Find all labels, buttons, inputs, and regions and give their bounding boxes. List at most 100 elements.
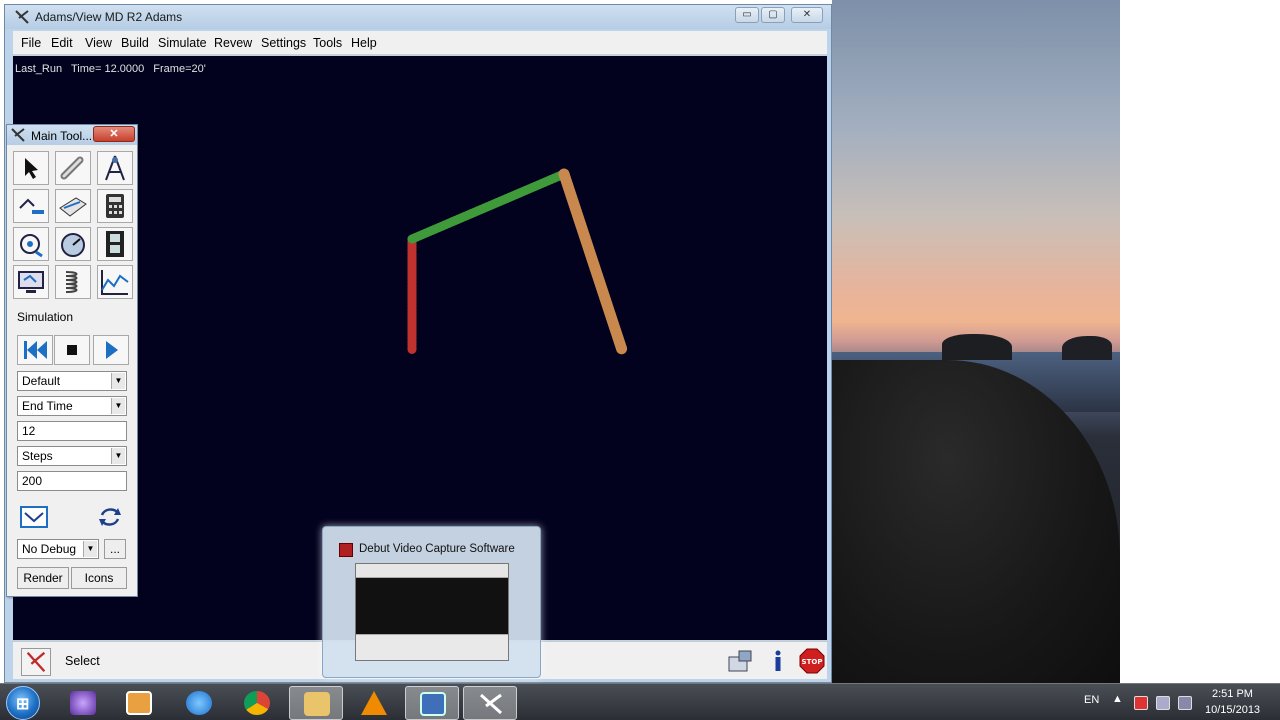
motion-tool[interactable] [13,227,49,261]
marker-icon [19,198,44,214]
steps-value: 200 [22,474,43,488]
stop-icon[interactable]: STOP [797,647,827,675]
end-mode-select[interactable]: End Time ▼ [17,396,127,416]
sim-settings-icon[interactable] [19,503,49,531]
title-bar[interactable]: Adams/View MD R2 Adams ▭ ▢ ✕ [5,5,831,29]
animation-tool[interactable] [97,227,133,261]
taskbar-item-app[interactable] [56,686,110,720]
steps-input[interactable]: 200 [17,471,127,491]
internet-explorer-icon [186,691,212,715]
calculator-tool[interactable] [97,189,133,223]
sim-type-value: Default [22,374,61,388]
refresh-icon[interactable] [95,503,125,531]
info-icon[interactable] [763,647,793,675]
chevron-down-icon[interactable]: ▼ [111,448,125,464]
debug-select[interactable]: No Debug ▼ [17,539,99,559]
display-tool[interactable] [13,265,49,299]
menu-edit[interactable]: Edit [51,36,73,50]
taskbar-item-chrome[interactable] [230,686,284,720]
icons-label: Icons [84,571,114,585]
thumbnail-toolbar [356,564,508,578]
stop-square-icon [67,345,77,355]
toolbox-title-bar[interactable]: Main Tool... ✕ [7,125,137,145]
stop-button[interactable] [54,335,90,365]
debug-value: No Debug [22,542,77,556]
menu-file[interactable]: File [21,36,41,50]
link-tool[interactable] [55,151,91,185]
taskbar-item-debut[interactable] [405,686,459,720]
svg-text:STOP: STOP [802,658,823,666]
joint-tool[interactable] [97,151,133,185]
skip-back-icon [24,341,47,359]
network-icon[interactable] [1178,696,1192,710]
taskbar-item-media[interactable] [112,686,166,720]
steps-mode-value: Steps [22,449,53,463]
taskbar-item-explorer[interactable] [289,686,343,720]
close-button[interactable]: ✕ [791,7,823,23]
desktop-wallpaper [832,0,1120,683]
clock-date[interactable]: 10/15/2013 [1205,704,1260,716]
chevron-down-icon[interactable]: ▼ [111,398,125,414]
tray-expand-icon[interactable]: ▲ [1112,693,1123,705]
end-time-input[interactable]: 12 [17,421,127,441]
reset-button[interactable] [17,335,53,365]
preview-thumbnail[interactable] [355,563,509,661]
chevron-down-icon[interactable]: ▼ [83,541,97,557]
spring-tool[interactable] [55,265,91,299]
action-center-icon[interactable] [1134,696,1148,710]
spring-icon [65,271,78,293]
film-icon [420,692,446,716]
menu-help[interactable]: Help [351,36,377,50]
windows-logo-icon: ⊞ [16,696,30,713]
marker-tool[interactable] [13,189,49,223]
sim-type-select[interactable]: Default ▼ [17,371,127,391]
device-icon[interactable] [1156,696,1170,710]
desktop-background [1120,0,1280,683]
select-mode-icon[interactable] [21,648,51,676]
minimize-button[interactable]: ▭ [735,7,759,23]
revolute-joint-icon [105,155,125,181]
play-button[interactable] [93,335,129,365]
calculator-icon [106,194,124,218]
icons-button[interactable]: Icons [71,567,127,589]
toolbox-status-icon[interactable] [725,647,755,675]
window-title: Adams/View MD R2 Adams [35,10,183,24]
toolbox-title: Main Tool... [31,129,93,143]
menu-simulate[interactable]: Simulate [158,36,207,50]
taskbar-item-ie[interactable] [172,686,226,720]
geometry-tool[interactable] [55,189,91,223]
spiral-app-icon [70,691,96,715]
clock-time[interactable]: 2:51 PM [1212,688,1253,700]
steps-mode-select[interactable]: Steps ▼ [17,446,127,466]
more-options-button[interactable]: ... [104,539,126,559]
menu-settings[interactable]: Settings [261,36,306,50]
wallpaper-island [1062,336,1112,360]
adams-logo-icon [479,693,503,715]
start-button[interactable]: ⊞ [6,686,40,720]
plot-tool[interactable] [97,265,133,299]
language-indicator[interactable]: EN [1084,694,1099,706]
play-icon [106,341,118,359]
menu-tools[interactable]: Tools [313,36,342,50]
main-toolbox: Main Tool... ✕ Simulation Default ▼ End … [6,124,138,597]
status-text: Select [65,654,100,668]
film-strip-icon [106,231,124,257]
taskbar-item-adams[interactable] [463,686,517,720]
maximize-button[interactable]: ▢ [761,7,785,23]
monitor-icon [18,271,44,293]
menu-build[interactable]: Build [121,36,149,50]
taskbar-item-vlc[interactable] [347,686,401,720]
simulation-section-label: Simulation [17,310,74,324]
plot-curve-icon [101,270,129,295]
select-tool[interactable] [13,151,49,185]
simulate-tool[interactable] [55,227,91,261]
thumbnail-controls [356,634,508,660]
crank-link [407,169,569,244]
rocker-link [558,168,628,356]
toolbox-close-button[interactable]: ✕ [93,126,135,142]
chevron-down-icon[interactable]: ▼ [111,373,125,389]
taskbar-thumbnail-preview[interactable]: Debut Video Capture Software [322,526,541,678]
menu-review[interactable]: Revew [214,36,252,50]
menu-view[interactable]: View [85,36,112,50]
render-button[interactable]: Render [17,567,69,589]
